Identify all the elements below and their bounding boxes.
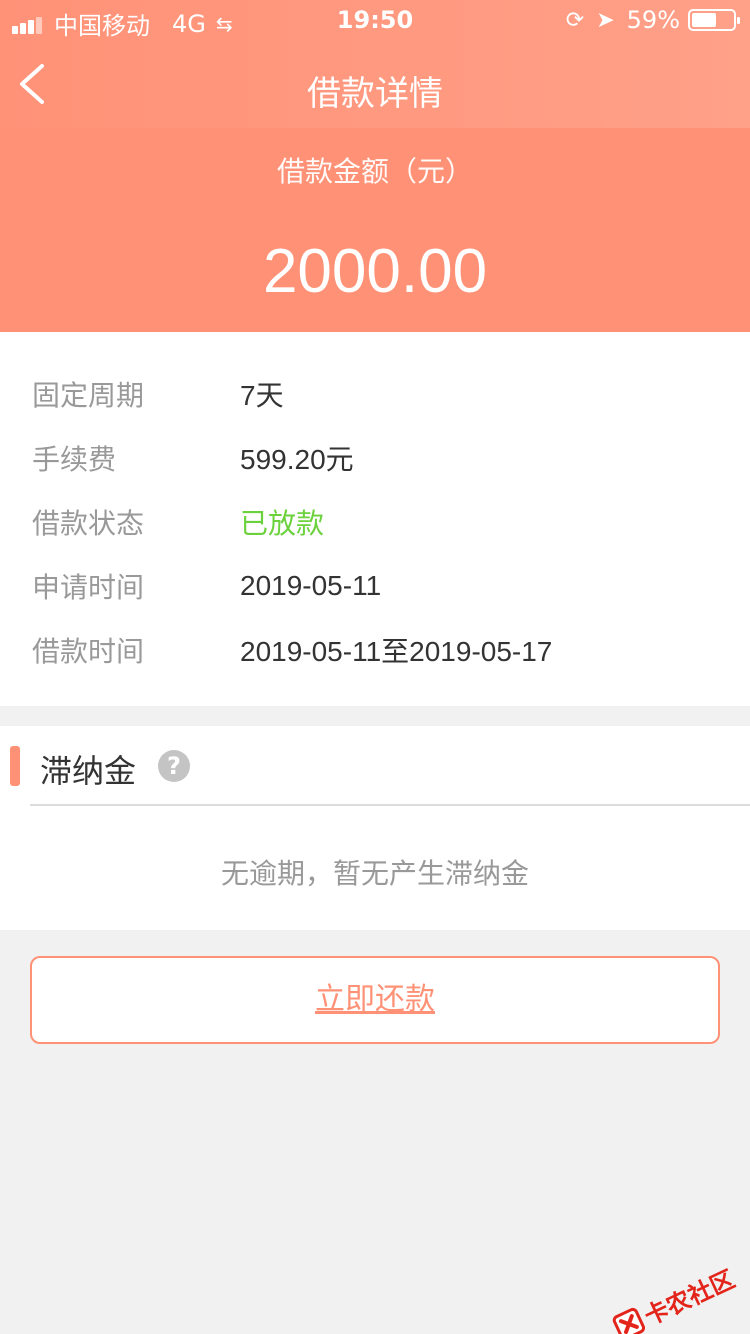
- detail-row-status: 借款状态 已放款: [0, 490, 750, 554]
- section-accent-bar: [10, 746, 20, 786]
- status-badge: 已放款: [240, 508, 325, 539]
- detail-value: 2019-05-11至2019-05-17: [240, 636, 553, 667]
- battery-fill: [692, 13, 716, 27]
- amount-value: 2000.00: [262, 237, 488, 306]
- header: 中国移动 4G ⇆ 19:50 ⟳ ➤ 59% 借款详情: [0, 0, 750, 128]
- loan-details: 固定周期 7天 手续费 599.20元 借款状态 已放款 申请时间 2019-0…: [0, 332, 750, 706]
- detail-label: 固定周期: [32, 379, 145, 412]
- detail-label: 借款状态: [32, 507, 145, 540]
- repay-now-button[interactable]: 立即还款: [30, 956, 720, 1044]
- amount-label: 借款金额（元）: [276, 155, 473, 188]
- rotation-lock-icon: ⟳: [565, 7, 585, 33]
- detail-row-apply-date: 申请时间 2019-05-11: [0, 554, 750, 618]
- location-icon: ➤: [596, 7, 615, 33]
- battery-percent: 59%: [626, 6, 680, 34]
- detail-row-period: 固定周期 7天: [0, 362, 750, 426]
- detail-label: 申请时间: [32, 571, 145, 604]
- detail-value: 599.20元: [240, 444, 354, 475]
- late-fee-section: 滞纳金 ? 无逾期，暂无产生滞纳金: [0, 726, 750, 930]
- page-title: 借款详情: [307, 74, 443, 114]
- amount-panel: 借款金额（元） 2000.00: [0, 128, 750, 332]
- late-fee-header: 滞纳金 ?: [0, 726, 750, 804]
- late-fee-message: 无逾期，暂无产生滞纳金: [220, 857, 529, 890]
- battery-icon: [688, 9, 740, 31]
- detail-value: 7天: [240, 380, 284, 411]
- help-icon[interactable]: ?: [158, 750, 190, 782]
- nav-bar: 借款详情: [0, 40, 750, 128]
- status-bar: 中国移动 4G ⇆ 19:50 ⟳ ➤ 59%: [0, 0, 750, 40]
- detail-row-loan-period: 借款时间 2019-05-11至2019-05-17: [0, 618, 750, 682]
- watermark: 卡农社区: [609, 1260, 740, 1334]
- watermark-text: 卡农社区: [640, 1265, 739, 1331]
- detail-label: 借款时间: [32, 635, 145, 668]
- detail-value: 2019-05-11: [240, 570, 382, 601]
- late-fee-title: 滞纳金: [40, 752, 137, 790]
- detail-row-fee: 手续费 599.20元: [0, 426, 750, 490]
- status-right: ⟳ ➤ 59%: [565, 6, 740, 34]
- detail-label: 手续费: [32, 443, 117, 476]
- divider: [30, 804, 750, 806]
